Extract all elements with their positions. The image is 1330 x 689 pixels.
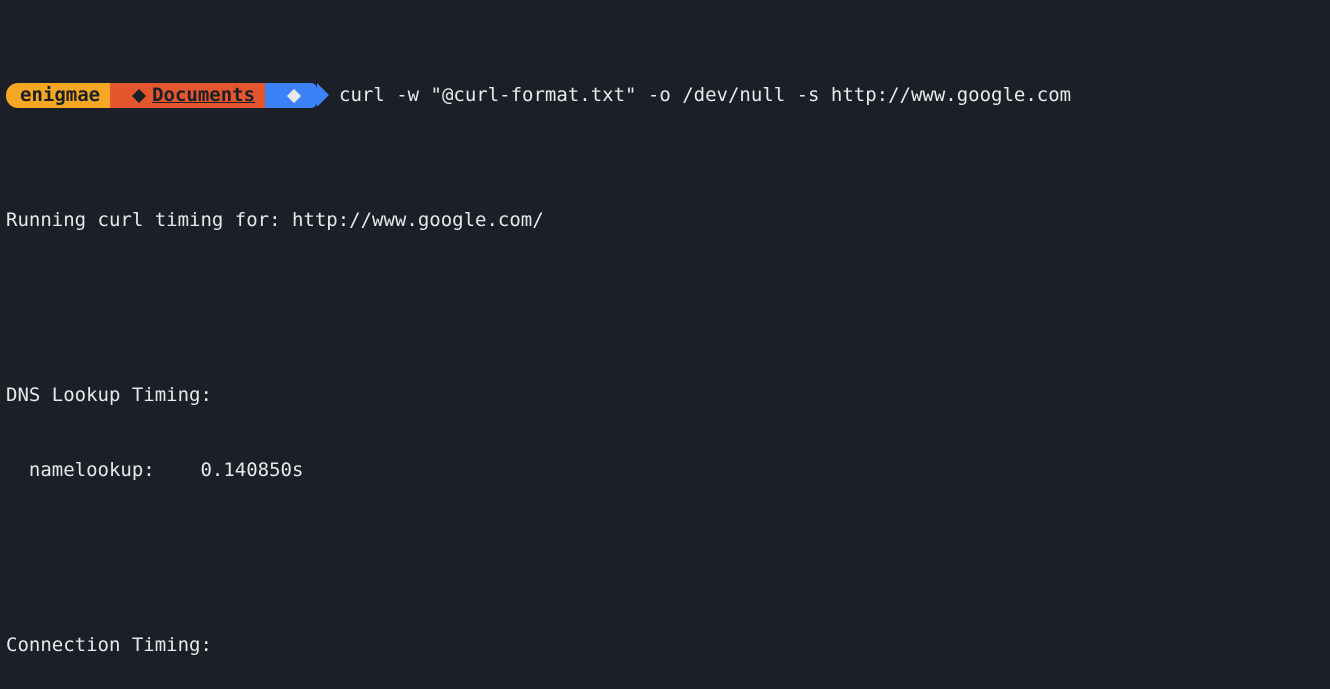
- prompt-git-segment: [265, 83, 317, 108]
- kv-value: 0.140850s: [200, 459, 303, 481]
- prompt-user: enigmae: [20, 83, 100, 108]
- kv-row: namelookup:0.140850s: [6, 458, 1324, 483]
- blank-line: [6, 533, 1324, 558]
- prompt-dir-segment: Documents: [110, 83, 265, 108]
- command-line[interactable]: curl -w "@curl-format.txt" -o /dev/null …: [339, 83, 1071, 108]
- prompt-user-segment: enigmae: [6, 83, 110, 108]
- running-prefix: Running curl timing for:: [6, 209, 292, 231]
- running-line: Running curl timing for: http://www.goog…: [6, 208, 1324, 233]
- folder-icon: [132, 88, 146, 102]
- prompt-dir: Documents: [152, 83, 255, 108]
- section-title-dns: DNS Lookup Timing:: [6, 383, 1324, 408]
- prompt-row: enigmae Documents curl -w "@curl-format.…: [6, 83, 1324, 108]
- branch-icon: [287, 88, 301, 102]
- blank-line: [6, 283, 1324, 308]
- section-title-conn: Connection Timing:: [6, 633, 1324, 658]
- running-url: http://www.google.com/: [292, 209, 544, 231]
- terminal[interactable]: enigmae Documents curl -w "@curl-format.…: [0, 0, 1330, 689]
- kv-key: namelookup:: [29, 458, 201, 483]
